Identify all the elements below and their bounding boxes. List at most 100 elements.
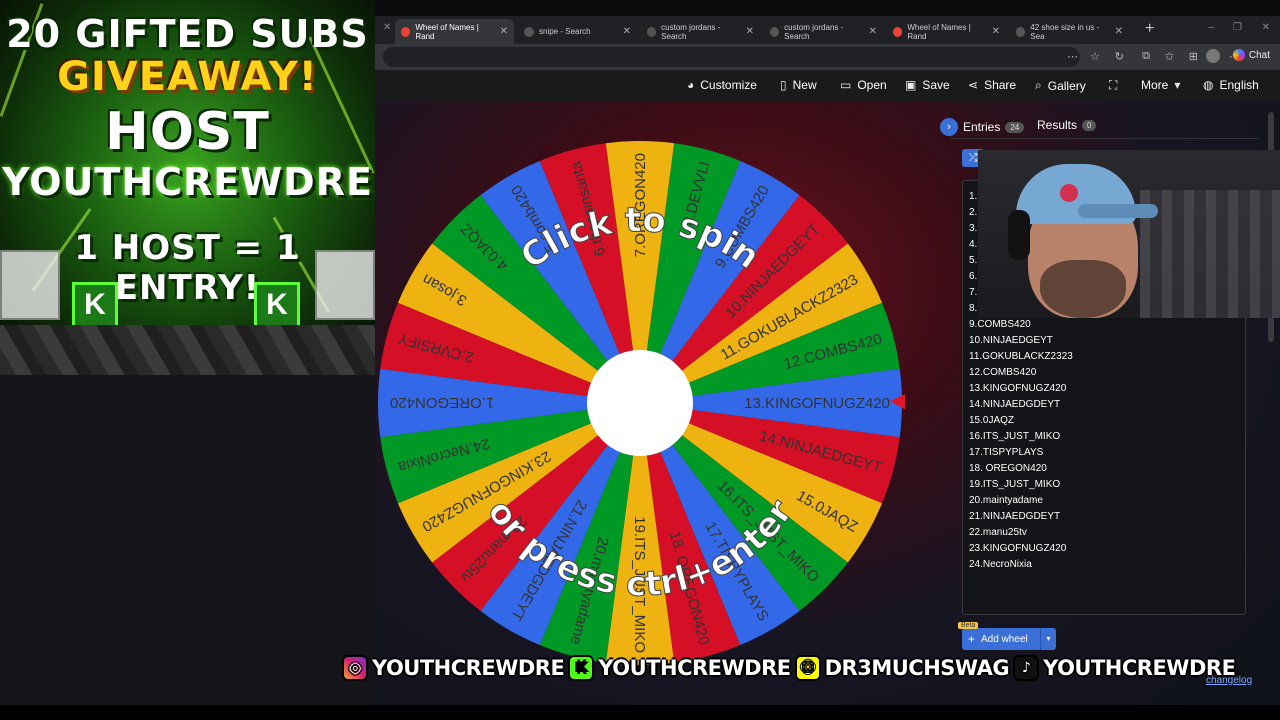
chat-button[interactable]: Chat (1232, 49, 1270, 61)
entry-line[interactable]: 23.KINGOFNUGZ420 (969, 541, 1073, 557)
tab-favicon-icon (647, 26, 657, 37)
add-wheel-button[interactable]: + Add wheel ▾ (962, 628, 1056, 650)
address-bar-row: ⋯ ☆ ↻ ⧉ ✩ ⊞ ⋯ Chat (375, 44, 1280, 70)
collections-icon[interactable]: ⊞ (1189, 50, 1198, 63)
social-handle: ◎ YOUTHCREWDRE (342, 655, 565, 681)
add-wheel-dropdown-icon[interactable]: ▾ (1040, 628, 1056, 650)
headset-icon (1008, 210, 1030, 260)
entry-line[interactable]: 12.COMBS420 (969, 365, 1073, 381)
gift-icon (315, 250, 375, 320)
browser-tab[interactable]: Wheel of Names | Rand ✕ (887, 19, 1006, 44)
webcam-overlay (978, 150, 1280, 318)
tab-close-icon[interactable]: ✕ (500, 26, 508, 37)
wheel-slice-label: 1.OREGON420 (390, 394, 494, 411)
wheel-container[interactable]: 1.OREGON420 2.CVRSIFY 3.josan 4.0JAQZ 5.comb… (375, 138, 923, 668)
gift-icon (0, 250, 60, 320)
entry-line[interactable]: 9.COMBS420 (969, 317, 1073, 333)
social-handle-text: YOUTHCREWDRE (1043, 656, 1236, 680)
entry-line[interactable]: 20.maintyadame (969, 493, 1073, 509)
collapse-panel-icon[interactable]: › (940, 118, 958, 136)
entry-line[interactable]: 14.NINJAEDGDEYT (969, 397, 1073, 413)
entry-line[interactable]: 16.ITS_JUST_MIKO (969, 429, 1073, 445)
social-handle-text: YOUTHCREWDRE (598, 656, 791, 680)
tab-close-icon[interactable]: ✕ (992, 26, 1000, 37)
cap-brim (1078, 204, 1158, 218)
bookmark-star-icon[interactable]: ☆ (1090, 50, 1100, 63)
new-button[interactable]: ▯ New (780, 78, 817, 92)
language-button[interactable]: ◍ English (1203, 78, 1259, 92)
save-icon: ▣ (905, 78, 917, 92)
fullscreen-icon: ⛶ (1109, 78, 1118, 92)
fullscreen-button[interactable]: ⛶ (1109, 78, 1117, 93)
tab-close-icon[interactable]: ✕ (746, 26, 754, 37)
tab-favicon-icon (1016, 26, 1026, 37)
results-count-badge: 0 (1082, 119, 1097, 131)
promo-giveaway: GIVEAWAY! (57, 54, 318, 100)
customize-button[interactable]: ◕ Customize (687, 78, 757, 92)
folder-icon: ▭ (840, 78, 852, 92)
refresh-icon[interactable]: ↻ (1115, 50, 1124, 63)
instagram-icon: ◎ (342, 655, 368, 681)
tab-close-icon[interactable]: ✕ (383, 22, 391, 33)
snapchat-icon: ☺ (794, 655, 821, 681)
open-button[interactable]: ▭ Open (840, 78, 887, 92)
entry-line[interactable]: 13.KINGOFNUGZ420 (969, 381, 1073, 397)
tab-title: Wheel of Names | Rand (907, 22, 971, 41)
tab-close-icon[interactable]: ✕ (869, 26, 877, 37)
entry-line[interactable]: 19.ITS_JUST_MIKO (969, 477, 1073, 493)
social-handle: ☺ DR3MUCHSWAG (794, 655, 1010, 681)
entry-line[interactable]: 10.NINJAEDGEYT (969, 333, 1073, 349)
extensions-icon[interactable]: ⧉ (1142, 50, 1150, 63)
address-input[interactable] (383, 47, 1080, 67)
tab-title: snipe - Search (539, 27, 591, 36)
browser-tab[interactable]: custom jordans - Search ✕ (641, 19, 760, 44)
tiktok-icon: ♪ (1013, 655, 1040, 681)
wheel-center-hub[interactable] (587, 350, 693, 456)
page-options-icon[interactable]: ⋯ (1067, 50, 1078, 63)
beta-badge: Beta (958, 622, 979, 629)
window-close-icon[interactable]: ✕ (1262, 22, 1270, 33)
more-menu-button[interactable]: More ▾ (1141, 78, 1180, 92)
tab-title: Wheel of Names | Rand (415, 22, 479, 41)
minimize-icon[interactable]: – (1208, 22, 1214, 33)
browser-tab[interactable]: custom jordans - Search ✕ (764, 19, 883, 44)
browser-tab[interactable]: 42 shoe size in us - Sea ✕ (1010, 19, 1129, 44)
browser-tab[interactable]: snipe - Search ✕ (518, 19, 637, 44)
chevron-down-icon: ▾ (1174, 78, 1181, 92)
spin-wheel[interactable]: 1.OREGON4202.CVRSIFY3.josan4.0JAQZ5.comb… (375, 138, 923, 668)
share-icon: ⋖ (968, 78, 979, 92)
social-handle: K YOUTHCREWDRE (568, 655, 791, 681)
tab-results[interactable]: Results 0 (1037, 118, 1097, 132)
tab-favicon-icon (893, 26, 903, 37)
bottom-strip (0, 705, 1280, 720)
gallery-button[interactable]: ⌕ Gallery (1035, 78, 1086, 93)
entry-line[interactable]: 11.GOKUBLACKZ2323 (969, 349, 1073, 365)
tab-divider (950, 138, 1258, 139)
favorites-icon[interactable]: ✩ (1165, 50, 1174, 63)
save-button[interactable]: ▣ Save (905, 78, 950, 92)
tab-entries[interactable]: › Entries 24 (940, 118, 1025, 136)
tab-close-icon[interactable]: ✕ (623, 26, 631, 37)
copilot-icon (1232, 49, 1245, 61)
rose-icon (1060, 184, 1078, 202)
entry-line[interactable]: 17.TISPYPLAYS (969, 445, 1073, 461)
new-tab-button[interactable]: + (1145, 20, 1154, 38)
tab-title: 42 shoe size in us - Sea (1030, 22, 1100, 41)
maximize-icon[interactable]: ❐ (1233, 22, 1242, 33)
entry-line[interactable]: 24.NecroNixia (969, 557, 1073, 573)
social-handle-text: YOUTHCREWDRE (372, 656, 565, 680)
rocks-decoration (0, 325, 375, 375)
profile-avatar[interactable] (1206, 49, 1220, 63)
entry-line[interactable]: 18. OREGON420 (969, 461, 1073, 477)
kick-logo-icon: K (254, 282, 300, 328)
share-button[interactable]: ⋖ Share (968, 78, 1016, 92)
entry-line[interactable]: 22.manu25tv (969, 525, 1073, 541)
entry-line[interactable]: 15.0JAQZ (969, 413, 1073, 429)
browser-tab[interactable]: Wheel of Names | Rand ✕ (395, 19, 514, 44)
entry-line[interactable]: 21.NINJAEDGDEYT (969, 509, 1073, 525)
wheel-slice-label: 13.KINGOFNUGZ420 (744, 395, 890, 412)
kick-icon: K (568, 655, 595, 681)
search-icon: ⌕ (1035, 78, 1042, 92)
tab-close-icon[interactable]: ✕ (1115, 26, 1123, 37)
tab-favicon-icon (770, 26, 780, 37)
